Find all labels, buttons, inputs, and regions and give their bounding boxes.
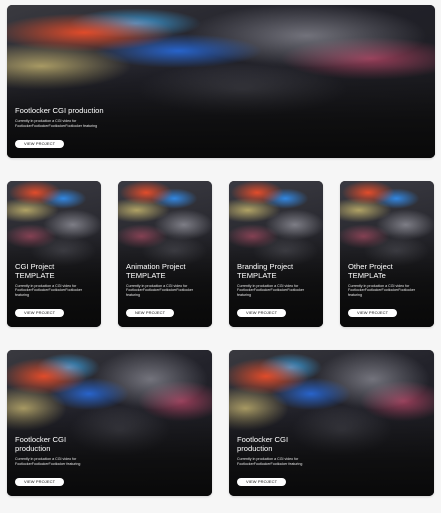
project-card-title-line2: TEMPLATE [15, 270, 55, 280]
hero-content: Footlocker CGI production Currently in p… [15, 106, 427, 150]
bottom-card-title-line2: production [15, 444, 51, 454]
view-project-button[interactable]: VIEW PROJECT [15, 309, 65, 317]
project-card-description: Currently in production a CGI video for … [126, 283, 194, 297]
hero-card[interactable]: Footlocker CGI production Currently in p… [7, 5, 435, 158]
project-card-title-line1: Branding Project [237, 261, 294, 271]
project-card-title-line2: TEMPLATE [237, 270, 277, 280]
project-card-title: Animation Project TEMPLATE [126, 262, 204, 280]
project-card-title: CGI Project TEMPLATE [15, 262, 93, 280]
bottom-card-content: Footlocker CGI production Currently in p… [15, 435, 204, 488]
project-card-title-line1: Other Project [348, 261, 393, 271]
hero-description: Currently in production a CGI video for … [15, 119, 98, 128]
project-card-content: Animation Project TEMPLATE Currently in … [126, 262, 204, 319]
bottom-card-right[interactable]: Footlocker CGI production Currently in p… [229, 350, 434, 496]
project-card-content: Branding Project TEMPLATE Currently in p… [237, 262, 315, 319]
bottom-card-title: Footlocker CGI production [237, 435, 426, 453]
bottom-card-left[interactable]: Footlocker CGI production Currently in p… [7, 350, 212, 496]
project-card-content: Other Project TEMPLATe Currently in prod… [348, 262, 426, 319]
bottom-card-title-line1: Footlocker CGI [237, 435, 289, 445]
hero-view-project-button[interactable]: VIEW PROJECT [15, 140, 65, 148]
view-project-button[interactable]: VIEW PROJECT [237, 309, 287, 317]
project-card-branding[interactable]: Branding Project TEMPLATE Currently in p… [229, 181, 323, 327]
project-card-cgi[interactable]: CGI Project TEMPLATE Currently in produc… [7, 181, 101, 327]
project-card-title-line1: CGI Project [15, 261, 55, 271]
project-card-description: Currently in production a CGI video for … [15, 283, 83, 297]
view-project-button[interactable]: VIEW PROJECT [348, 309, 398, 317]
project-card-title: Other Project TEMPLATe [348, 262, 426, 280]
bottom-card-title: Footlocker CGI production [15, 435, 204, 453]
project-card-content: CGI Project TEMPLATE Currently in produc… [15, 262, 93, 319]
project-card-title-line2: TEMPLATE [126, 270, 166, 280]
bottom-card-description: Currently in production a CGI video for … [237, 457, 303, 466]
project-card-title: Branding Project TEMPLATE [237, 262, 315, 280]
project-card-description: Currently in production a CGI video for … [348, 283, 416, 297]
bottom-card-description: Currently in production a CGI video for … [15, 457, 81, 466]
project-card-title-line1: Animation Project [126, 261, 186, 271]
hero-title: Footlocker CGI production [15, 106, 104, 116]
bottom-card-content: Footlocker CGI production Currently in p… [237, 435, 426, 488]
project-card-animation[interactable]: Animation Project TEMPLATE Currently in … [118, 181, 212, 327]
bottom-card-title-line1: Footlocker CGI [15, 435, 67, 445]
view-project-button[interactable]: VIEW PROJECT [15, 478, 65, 486]
bottom-card-title-line2: production [237, 444, 273, 454]
new-project-button[interactable]: NEW PROJECT [126, 309, 175, 317]
project-card-description: Currently in production a CGI video for … [237, 283, 305, 297]
project-card-other[interactable]: Other Project TEMPLATe Currently in prod… [340, 181, 434, 327]
project-card-title-line2: TEMPLATe [348, 270, 386, 280]
view-project-button[interactable]: VIEW PROJECT [237, 478, 287, 486]
